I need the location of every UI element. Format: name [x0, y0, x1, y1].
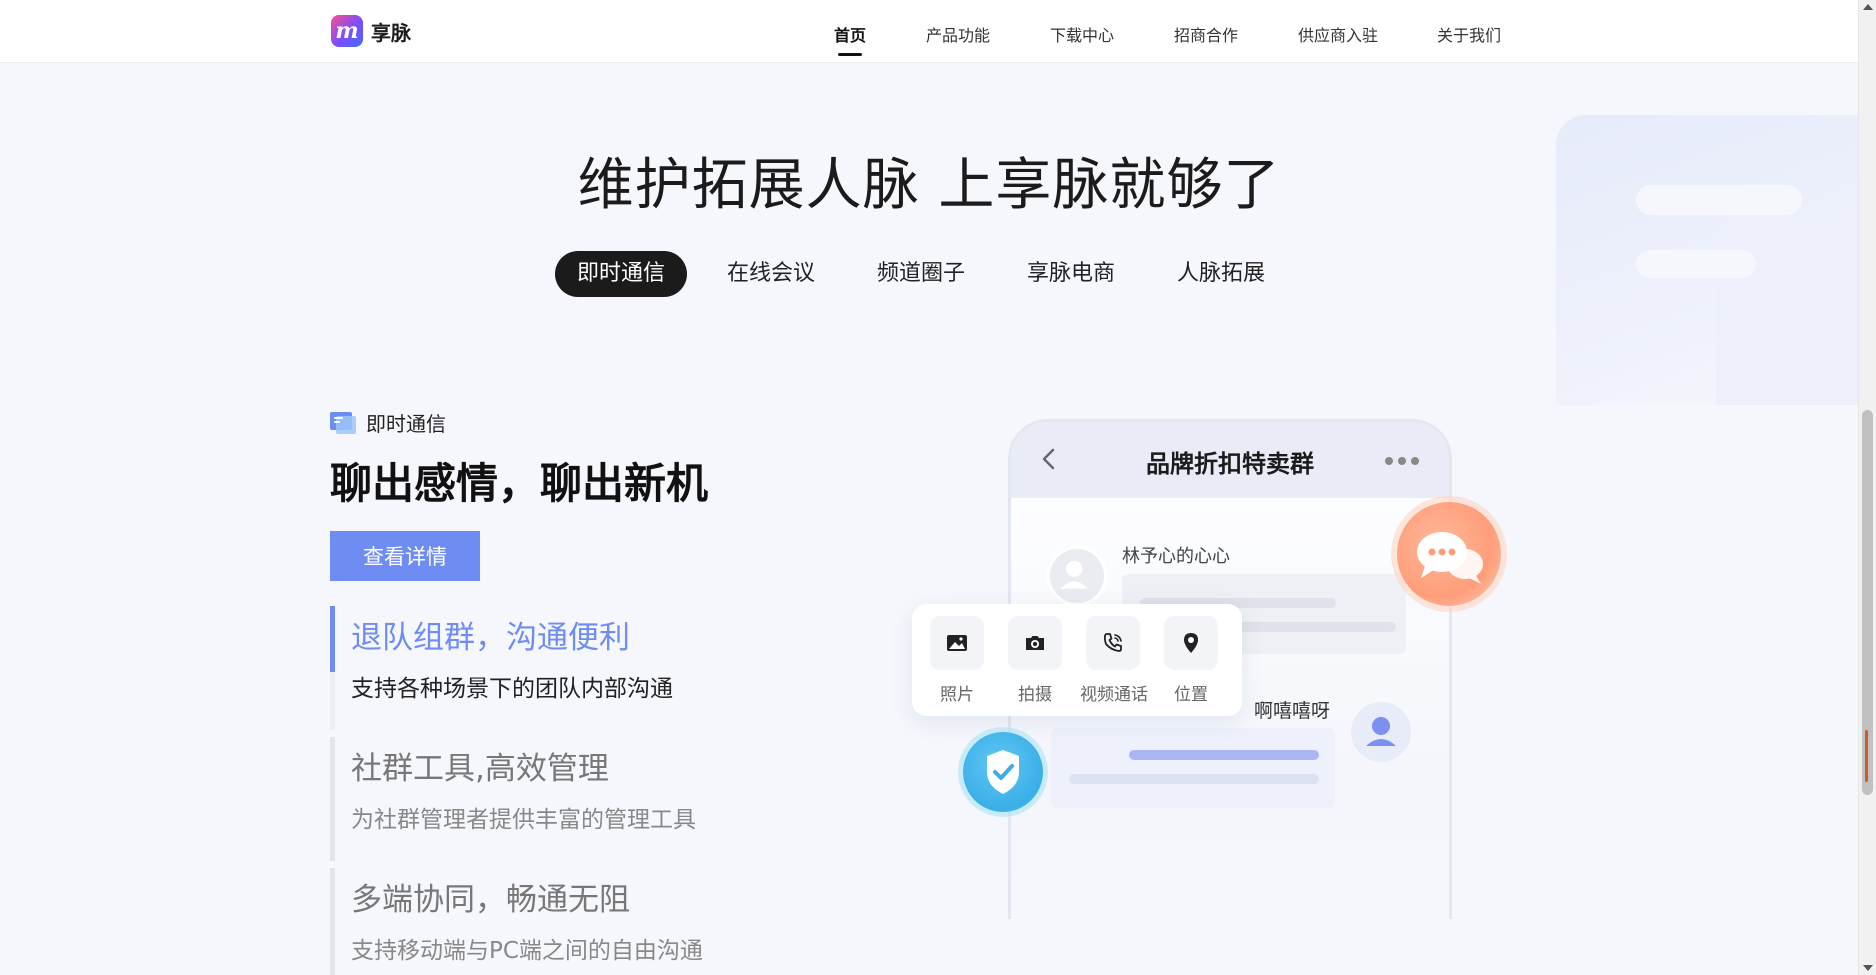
feature-title: 退队组群，沟通便利 — [351, 620, 630, 656]
top-header: m 享脉 首页 产品功能 下载中心 招商合作 供应商入驻 关于我们 — [0, 0, 1858, 63]
nav-item-supplier[interactable]: 供应商入驻 — [1298, 22, 1378, 46]
nav-item-investment[interactable]: 招商合作 — [1174, 22, 1238, 46]
tab-ecommerce[interactable]: 享脉电商 — [1005, 251, 1137, 297]
feature-title: 多端协同，畅通无阻 — [351, 882, 630, 918]
scroll-up-icon[interactable] — [1863, 4, 1873, 10]
scroll-down-icon[interactable] — [1863, 965, 1873, 971]
nav-active-underline — [838, 53, 862, 56]
tab-network-expansion[interactable]: 人脉拓展 — [1155, 251, 1287, 297]
user-icon — [1366, 717, 1396, 746]
tool-photo[interactable]: 照片 — [924, 616, 990, 705]
more-icon — [1385, 457, 1419, 465]
tab-online-meeting[interactable]: 在线会议 — [705, 251, 837, 297]
camera-icon — [1026, 636, 1044, 650]
nav-item-home[interactable]: 首页 — [834, 22, 866, 46]
member-name: 林予心的心心 — [1122, 546, 1230, 567]
member-name: 啊嘻嘻呀 — [1254, 700, 1331, 722]
section-category-label: 即时通信 — [366, 412, 446, 436]
chat-tools-panel: 照片 拍摄 视频通话 位置 — [912, 604, 1242, 716]
tool-camera[interactable]: 拍摄 — [1002, 616, 1068, 705]
chat-bubbles-icon — [1417, 532, 1483, 584]
feature-indicator — [330, 737, 335, 861]
nav-item-about[interactable]: 关于我们 — [1437, 22, 1501, 46]
nav-item-download[interactable]: 下载中心 — [1050, 22, 1114, 46]
tool-video-call[interactable]: 视频通话 — [1080, 616, 1148, 705]
nav-item-features[interactable]: 产品功能 — [926, 22, 990, 46]
feature-desc: 为社群管理者提供丰富的管理工具 — [351, 807, 696, 833]
scroll-marker — [1865, 730, 1868, 782]
image-icon — [947, 635, 967, 651]
feature-desc: 支持各种场景下的团队内部沟通 — [351, 676, 673, 702]
feature-tabs: 即时通信 在线会议 频道圈子 享脉电商 人脉拓展 — [0, 251, 1858, 299]
location-pin-icon — [1184, 633, 1198, 653]
tool-label: 拍摄 — [1018, 685, 1052, 705]
feature-indicator — [330, 606, 335, 730]
user-icon — [1060, 560, 1088, 589]
feature-title: 社群工具,高效管理 — [351, 751, 609, 787]
tab-instant-messaging[interactable]: 即时通信 — [555, 251, 688, 297]
tab-channel-circle[interactable]: 频道圈子 — [855, 251, 987, 297]
feature-item[interactable]: 退队组群，沟通便利 支持各种场景下的团队内部沟通 — [330, 606, 850, 737]
feature-list: 退队组群，沟通便利 支持各种场景下的团队内部沟通 社群工具,高效管理 为社群管理… — [330, 606, 850, 975]
chat-bubbles-badge — [1397, 502, 1501, 606]
avatar — [1351, 702, 1411, 762]
shield-check-icon — [987, 750, 1019, 794]
feature-item[interactable]: 社群工具,高效管理 为社群管理者提供丰富的管理工具 — [330, 737, 850, 868]
tool-location[interactable]: 位置 — [1158, 616, 1224, 705]
feature-desc: 支持移动端与PC端之间的自由沟通 — [351, 938, 703, 964]
hero-title: 维护拓展人脉 上享脉就够了 — [577, 153, 1281, 218]
chat-card-icon — [330, 411, 356, 434]
tool-label: 位置 — [1174, 685, 1208, 705]
group-title: 品牌折扣特卖群 — [1146, 450, 1314, 478]
scrollbar[interactable] — [1858, 0, 1876, 975]
section-title: 聊出感情，聊出新机 — [330, 459, 709, 508]
phone-call-icon — [1103, 633, 1122, 652]
security-badge — [963, 732, 1043, 812]
tool-label: 视频通话 — [1080, 685, 1148, 705]
feature-item[interactable]: 多端协同，畅通无阻 支持移动端与PC端之间的自由沟通 — [330, 868, 850, 975]
tool-label: 照片 — [940, 685, 974, 705]
chat-header: 品牌折扣特卖群 — [1011, 422, 1449, 498]
message-bubble — [1051, 728, 1335, 808]
section-category: 即时通信 — [330, 408, 446, 437]
avatar — [1047, 546, 1107, 606]
feature-indicator — [330, 868, 335, 975]
page: m 享脉 首页 产品功能 下载中心 招商合作 供应商入驻 关于我们 维护拓展人脉… — [0, 0, 1858, 975]
main-nav: 首页 产品功能 下载中心 招商合作 供应商入驻 关于我们 — [0, 0, 1858, 63]
view-details-button[interactable]: 查看详情 — [330, 531, 480, 581]
